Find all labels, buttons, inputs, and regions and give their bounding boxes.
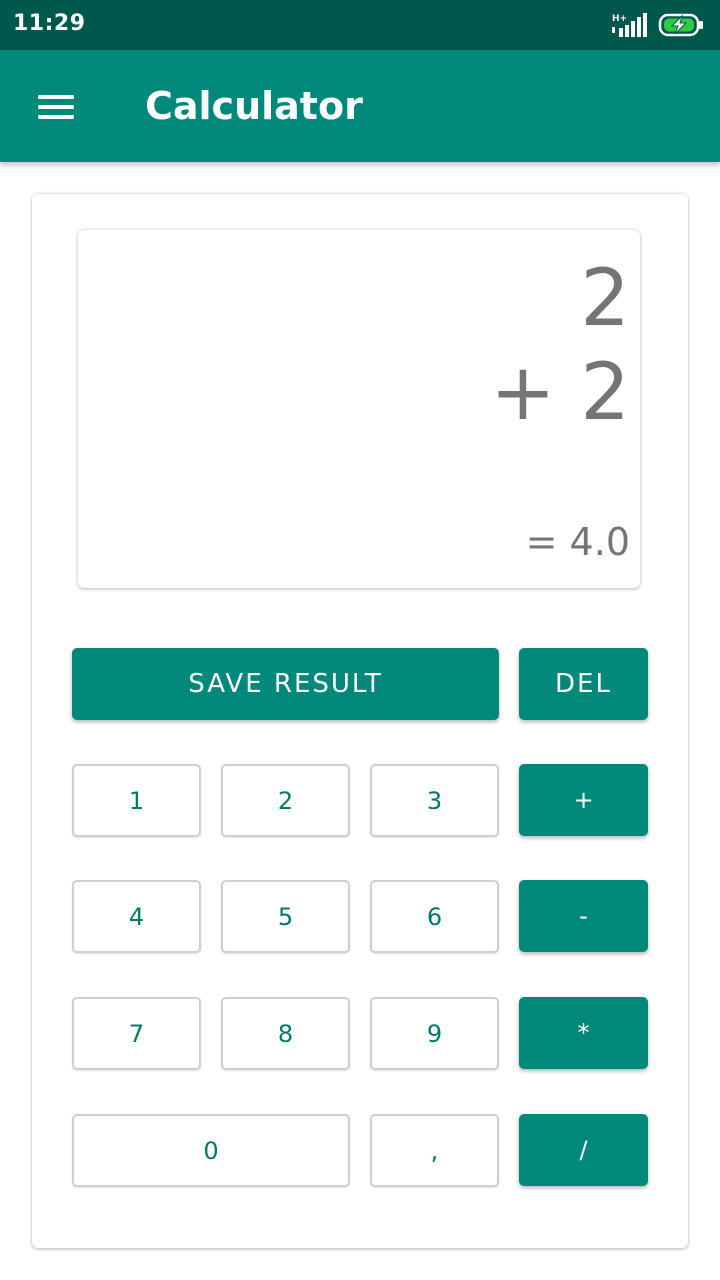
key-6[interactable]: 6: [370, 880, 499, 953]
key-9[interactable]: 9: [370, 997, 499, 1070]
page-title: Calculator: [145, 84, 363, 128]
key-minus[interactable]: -: [519, 880, 648, 952]
status-icons: H+: [608, 12, 706, 38]
battery-charging-icon: [658, 13, 703, 37]
expression-line-1: 2: [580, 254, 630, 344]
status-bar: 11:29 H+: [0, 0, 720, 50]
status-time: 11:29: [13, 11, 86, 36]
key-2[interactable]: 2: [221, 764, 350, 837]
calculator-card: 2 + 2 = 4.0 SAVE RESULT DEL 1 2 3 + 4 5 …: [32, 194, 688, 1248]
delete-button[interactable]: DEL: [519, 648, 648, 720]
key-8[interactable]: 8: [221, 997, 350, 1070]
key-5[interactable]: 5: [221, 880, 350, 953]
key-3[interactable]: 3: [370, 764, 499, 837]
save-result-button[interactable]: SAVE RESULT: [72, 648, 499, 720]
key-0[interactable]: 0: [72, 1114, 350, 1187]
expression-line-2: + 2: [490, 348, 630, 438]
menu-icon[interactable]: [36, 91, 76, 121]
result-text: = 4.0: [525, 520, 630, 564]
key-7[interactable]: 7: [72, 997, 201, 1070]
signal-icon: H+: [612, 13, 647, 37]
app-bar: Calculator: [0, 50, 720, 162]
network-type: H+: [612, 14, 627, 24]
key-divide[interactable]: /: [519, 1114, 648, 1186]
calculator-display: 2 + 2 = 4.0: [78, 230, 640, 588]
key-1[interactable]: 1: [72, 764, 201, 837]
key-4[interactable]: 4: [72, 880, 201, 953]
key-plus[interactable]: +: [519, 764, 648, 836]
key-multiply[interactable]: *: [519, 997, 648, 1069]
key-comma[interactable]: ,: [370, 1114, 499, 1187]
